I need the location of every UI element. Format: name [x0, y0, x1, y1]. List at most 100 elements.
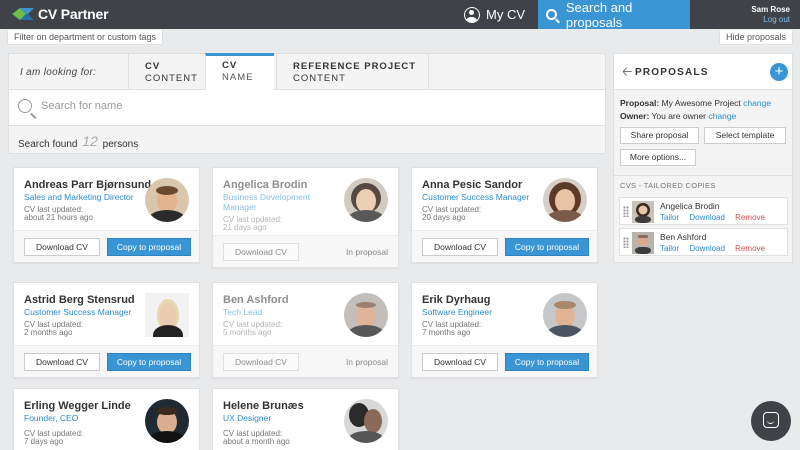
remove-link[interactable]: Remove	[735, 244, 765, 253]
in-proposal-status: In proposal	[345, 247, 388, 257]
tailored-copy-item: Ben Ashford Tailor Download Remove	[619, 228, 788, 256]
download-cv-button[interactable]: Download CV	[24, 238, 100, 256]
logo[interactable]: CV Partner	[12, 6, 109, 22]
avatar	[543, 293, 587, 337]
person-name[interactable]: Helene Brunæs	[223, 400, 304, 412]
person-name[interactable]: Erik Dyrhaug	[422, 294, 490, 306]
drag-handle-icon[interactable]	[623, 206, 629, 217]
person-name[interactable]: Astrid Berg Stensrud	[24, 294, 135, 306]
person-role: Software Engineer	[422, 307, 492, 317]
remove-link[interactable]: Remove	[735, 213, 765, 222]
tailored-copy-name: Angelica Brodin	[660, 201, 720, 211]
download-cv-button[interactable]: Download CV	[422, 238, 498, 256]
person-name[interactable]: Erling Wegger Linde	[24, 400, 131, 412]
results-prefix: Search found	[18, 139, 78, 150]
tailored-copies-header: CVS - TAILORED COPIES	[620, 181, 716, 190]
owner-value: You are owner	[651, 111, 707, 121]
tailor-link[interactable]: Tailor	[660, 244, 679, 253]
avatar	[344, 293, 388, 337]
copy-to-proposal-button[interactable]: Copy to proposal	[107, 238, 191, 256]
user-name: Sam Rose	[751, 5, 790, 14]
proposal-label: Proposal:	[620, 98, 660, 108]
person-card: Ben Ashford Tech Lead CV last updated: 5…	[212, 282, 399, 378]
chat-button[interactable]	[751, 401, 791, 441]
top-bar: CV Partner My CV Search and proposals Sa…	[0, 0, 800, 30]
cv-updated-value: 7 days ago	[24, 437, 64, 446]
tab-line1: REFERENCE PROJECT	[293, 61, 417, 72]
results-summary: Search found 12 persons	[8, 126, 606, 154]
tailor-link[interactable]: Tailor	[660, 213, 679, 222]
person-card: Erik Dyrhaug Software Engineer CV last u…	[411, 282, 598, 378]
copy-to-proposal-button[interactable]: Copy to proposal	[505, 238, 589, 256]
search-input[interactable]	[41, 100, 341, 112]
user-circle-icon	[464, 6, 480, 23]
person-role: Sales and Marketing Director	[24, 192, 134, 202]
person-card: Andreas Parr Bjørnsund Sales and Marketi…	[13, 167, 200, 263]
person-name[interactable]: Andreas Parr Bjørnsund	[24, 179, 151, 191]
card-actions: Download CV In proposal	[213, 345, 398, 377]
copy-to-proposal-button[interactable]: Copy to proposal	[505, 353, 589, 371]
filter-tags-button[interactable]: Filter on department or custom tags	[7, 30, 164, 45]
download-link[interactable]: Download	[689, 244, 725, 253]
person-role: Founder, CEO	[24, 413, 79, 423]
drag-handle-icon[interactable]	[623, 237, 629, 248]
owner-info: Owner: You are owner change	[620, 111, 736, 121]
nav-my-cv[interactable]: My CV	[464, 0, 525, 29]
download-cv-button[interactable]: Download CV	[223, 243, 299, 261]
avatar	[344, 399, 388, 443]
person-name[interactable]: Anna Pesic Sandor	[422, 179, 522, 191]
tab-line1: CV	[145, 61, 161, 72]
tab-line2: CONTENT	[145, 73, 198, 84]
select-template-button[interactable]: Select template	[704, 127, 786, 144]
avatar	[145, 178, 189, 222]
cv-updated-value: 7 months ago	[422, 328, 471, 337]
logo-icon	[12, 8, 34, 20]
avatar	[632, 201, 654, 223]
cv-updated-value: 21 days ago	[223, 223, 267, 232]
download-cv-button[interactable]: Download CV	[422, 353, 498, 371]
person-role: Customer Success Manager	[24, 307, 132, 317]
proposal-name: My Awesome Project	[661, 98, 741, 108]
person-card: Astrid Berg Stensrud Customer Success Ma…	[13, 282, 200, 378]
search-box	[8, 90, 606, 126]
cv-updated-value: about 21 hours ago	[24, 213, 93, 222]
proposal-info: Proposal: My Awesome Project change	[620, 98, 771, 108]
person-name[interactable]: Ben Ashford	[223, 294, 289, 306]
card-actions: Download CV In proposal	[213, 235, 398, 267]
person-role: UX Designer	[223, 413, 272, 423]
change-owner-link[interactable]: change	[708, 111, 736, 121]
change-proposal-link[interactable]: change	[743, 98, 771, 108]
download-cv-button[interactable]: Download CV	[24, 353, 100, 371]
download-cv-button[interactable]: Download CV	[223, 353, 299, 371]
nav-my-cv-label: My CV	[486, 7, 525, 22]
tab-line2: NAME	[222, 72, 254, 83]
logout-link[interactable]: Log out	[751, 15, 790, 25]
person-name[interactable]: Angelica Brodin	[223, 179, 307, 191]
person-role: Business Development Manager	[223, 192, 310, 212]
arrow-left-icon[interactable]: 🡠	[622, 65, 633, 78]
search-icon	[18, 99, 32, 113]
person-card: Angelica Brodin Business Development Man…	[212, 167, 399, 268]
avatar	[344, 178, 388, 222]
card-actions: Download CV Copy to proposal	[412, 230, 597, 262]
tab-cv-content[interactable]: CV CONTENT	[128, 54, 209, 90]
avatar	[145, 399, 189, 443]
tailored-copy-actions: Tailor Download Remove	[660, 213, 773, 222]
more-options-button[interactable]: More options...	[620, 149, 696, 166]
tab-reference-project-content[interactable]: REFERENCE PROJECT CONTENT	[276, 54, 429, 90]
looking-for-label: I am looking for:	[20, 67, 97, 78]
hide-proposals-button[interactable]: Hide proposals	[718, 30, 793, 45]
plus-icon[interactable]: +	[770, 63, 788, 81]
search-icon	[546, 9, 557, 20]
nav-search-proposals[interactable]: Search and proposals	[538, 0, 690, 30]
user-menu: Sam Rose Log out	[751, 5, 790, 25]
proposals-panel: 🡠 PROPOSALS + Proposal: My Awesome Proje…	[613, 53, 793, 263]
owner-label: Owner:	[620, 111, 650, 121]
tab-cv-name[interactable]: CV NAME	[205, 53, 274, 97]
download-link[interactable]: Download	[689, 213, 725, 222]
card-actions: Download CV Copy to proposal	[412, 345, 597, 377]
cv-updated-value: 5 months ago	[223, 328, 272, 337]
in-proposal-status: In proposal	[345, 357, 388, 367]
copy-to-proposal-button[interactable]: Copy to proposal	[107, 353, 191, 371]
share-proposal-button[interactable]: Share proposal	[620, 127, 699, 144]
